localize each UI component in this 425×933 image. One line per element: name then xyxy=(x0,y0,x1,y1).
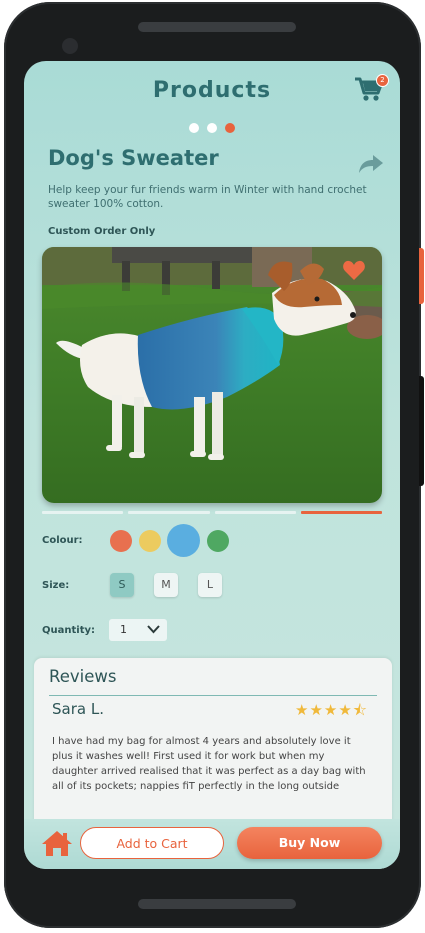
colour-label: Colour: xyxy=(42,535,83,546)
divider xyxy=(49,695,377,696)
chevron-down-icon xyxy=(147,625,160,634)
bottom-action-bar: Add to Cart Buy Now xyxy=(24,819,400,869)
side-button-volume[interactable] xyxy=(419,376,424,486)
carousel-dots xyxy=(24,123,400,133)
progress-segment[interactable] xyxy=(42,511,124,514)
buy-now-button[interactable]: Buy Now xyxy=(237,827,382,859)
page-title: Products xyxy=(152,78,272,103)
favorite-heart-icon[interactable] xyxy=(342,259,366,281)
product-description: Help keep your fur friends warm in Winte… xyxy=(48,184,367,210)
rating-stars: ★★★★⯪ xyxy=(295,701,368,719)
speaker-top xyxy=(138,22,296,32)
image-progress-bar xyxy=(42,511,382,514)
product-title: Dog's Sweater xyxy=(48,146,219,170)
carousel-dot-active[interactable] xyxy=(225,123,235,133)
colour-swatch-yellow[interactable] xyxy=(139,530,161,552)
reviews-title: Reviews xyxy=(49,667,117,686)
colour-swatch-green[interactable] xyxy=(207,530,229,552)
progress-segment-active[interactable] xyxy=(300,511,382,514)
add-to-cart-button[interactable]: Add to Cart xyxy=(80,827,224,859)
front-camera xyxy=(62,38,78,54)
colour-swatch-orange[interactable] xyxy=(110,530,132,552)
carousel-dot[interactable] xyxy=(207,123,217,133)
size-label: Size: xyxy=(42,580,70,591)
reviews-card: Reviews Sara L. ★★★★⯪ I have had my bag … xyxy=(34,658,392,838)
reviewer-name: Sara L. xyxy=(52,700,104,718)
carousel-dot[interactable] xyxy=(189,123,199,133)
review-text: I have had my bag for almost 4 years and… xyxy=(52,736,366,792)
custom-order-note: Custom Order Only xyxy=(48,226,156,237)
product-image xyxy=(42,247,382,503)
colour-swatch-blue-selected[interactable] xyxy=(167,524,200,557)
quantity-label: Quantity: xyxy=(42,625,95,636)
size-button-l[interactable]: L xyxy=(198,573,222,597)
progress-segment[interactable] xyxy=(128,511,210,514)
cart-count-badge: 2 xyxy=(376,74,389,87)
speaker-bottom xyxy=(138,899,296,909)
quantity-select[interactable]: 1 xyxy=(109,619,167,641)
side-button-power[interactable] xyxy=(419,248,424,304)
app-screen: Products 2 Dog's Sweater Help keep your … xyxy=(24,61,400,869)
quantity-value: 1 xyxy=(120,623,127,636)
progress-segment[interactable] xyxy=(214,511,296,514)
home-icon[interactable] xyxy=(41,829,73,857)
share-icon[interactable] xyxy=(358,153,384,175)
size-button-m[interactable]: M xyxy=(154,573,178,597)
size-button-s[interactable]: S xyxy=(110,573,134,597)
